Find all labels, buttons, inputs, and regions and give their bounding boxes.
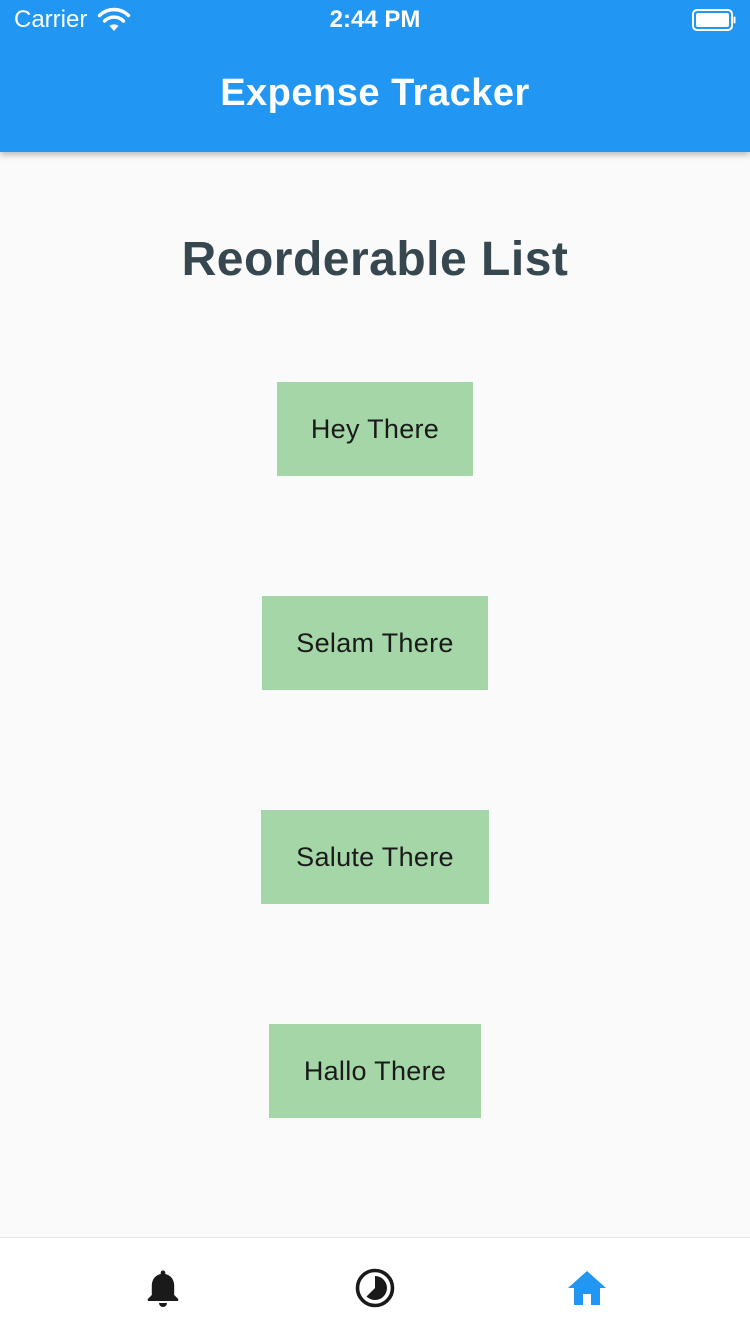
page-title: Reorderable List: [181, 233, 569, 286]
bell-icon: [147, 1270, 179, 1307]
list-item[interactable]: Salute There: [261, 810, 489, 904]
nav-chart-button[interactable]: [353, 1266, 397, 1310]
status-bar: Carrier 2:44 PM: [0, 0, 750, 40]
nav-notifications-button[interactable]: [141, 1266, 185, 1310]
nav-home-button[interactable]: [565, 1266, 609, 1310]
app-title: Expense Tracker: [220, 72, 530, 114]
list-item[interactable]: Hey There: [277, 382, 473, 476]
status-time: 2:44 PM: [329, 6, 421, 33]
bottom-navigation: [0, 1237, 750, 1335]
home-icon: [568, 1271, 606, 1305]
battery-icon: [692, 9, 736, 31]
list-item[interactable]: Selam There: [262, 596, 488, 690]
list-item[interactable]: Hallo There: [269, 1024, 481, 1118]
pie-chart-icon: [355, 1268, 395, 1308]
app-header: Carrier 2:44 PM Expense Tracker: [0, 0, 750, 152]
